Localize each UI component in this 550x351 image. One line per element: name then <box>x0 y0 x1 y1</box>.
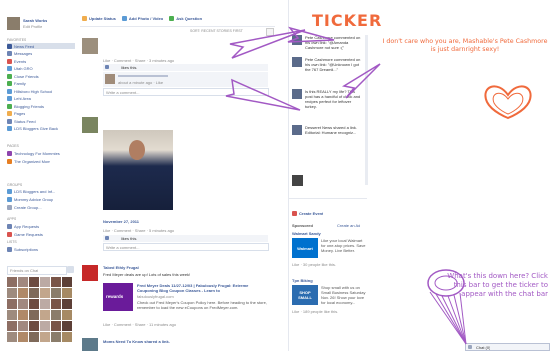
chat-callout-loop-inner <box>434 275 458 291</box>
annotation-drawings <box>225 26 532 345</box>
ticker-arrow-1 <box>229 29 306 59</box>
chat-callout-loop <box>427 269 465 297</box>
chat-callout-fan <box>429 291 467 345</box>
heart-icon <box>484 85 532 120</box>
feed-arrow <box>225 78 301 111</box>
ticker-arrow-2 <box>287 26 335 43</box>
ticker-note-arrow <box>341 63 381 99</box>
